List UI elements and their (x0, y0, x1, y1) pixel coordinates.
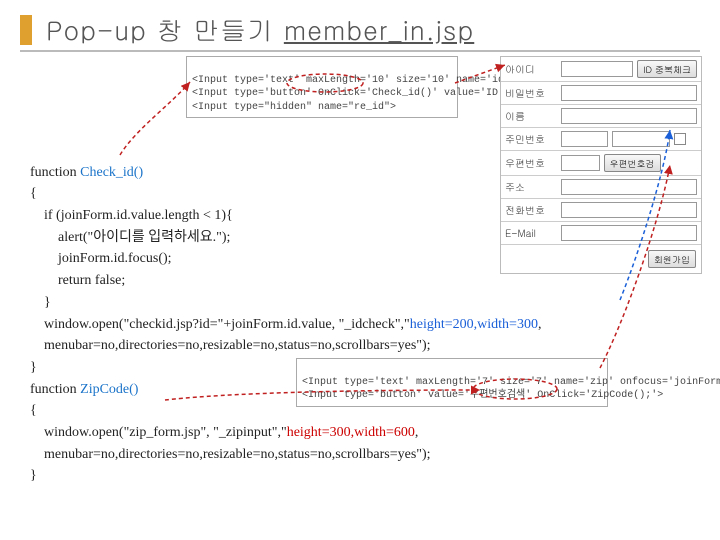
snippet-top-l3: <Input type="hidden" name="re_id"> (192, 102, 396, 113)
code-snippet-top: <Input type='text' maxLength='10' size='… (186, 56, 458, 118)
input-id[interactable] (561, 61, 633, 77)
cl08b: , (538, 317, 542, 332)
cl05: joinForm.id.focus(); (30, 251, 172, 266)
hl-windowopt-1: height=200,width=300 (410, 317, 538, 332)
title-filename: member_in.jsp (284, 12, 474, 48)
slide-title-bar: Pop-up 창 만들기 member_in.jsp (20, 10, 700, 52)
slide-title: Pop-up 창 만들기 member_in.jsp (46, 12, 474, 48)
cl04: alert("아이디를 입력하세요."); (30, 230, 230, 245)
cl07: } (30, 295, 51, 310)
cl13b: , (415, 425, 419, 440)
cl03: if (joinForm.id.value.length < 1){ (30, 208, 233, 223)
snippet-bottom-l1: <Input type='text' maxLength='7' size='7… (302, 377, 720, 388)
cl02: { (30, 186, 37, 201)
cl06: return false; (30, 273, 125, 288)
form-row-id: 아이디 ID 중복체크 (501, 57, 701, 82)
code-block-main: function Check_id() { if (joinForm.id.va… (30, 140, 690, 487)
cl01a: function (30, 165, 80, 180)
cl15: } (30, 468, 37, 483)
label-name: 이름 (505, 109, 557, 123)
fn-checkid: Check_id() (80, 165, 143, 180)
snippet-top-l2: <Input type='button' OnClick='Check_id()… (192, 88, 553, 99)
fn-zipcode: ZipCode() (80, 382, 138, 397)
label-password: 비밀번호 (505, 86, 557, 100)
title-accent (20, 15, 32, 45)
cl11a: function (30, 382, 80, 397)
cl14: menubar=no,directories=no,resizable=no,s… (30, 447, 431, 462)
cl08a: window.open("checkid.jsp?id="+joinForm.i… (30, 317, 410, 332)
snippet-bottom-l2: <Input type='button' value='우편번호검색' OnCl… (302, 390, 663, 401)
form-row-password: 비밀번호 (501, 82, 701, 105)
cl12: { (30, 403, 37, 418)
hl-windowopt-2: height=300,width=600 (287, 425, 415, 440)
title-part1: Pop-up 창 만들기 (46, 12, 284, 48)
input-name[interactable] (561, 108, 697, 124)
snippet-top-l1: <Input type='text' maxLength='10' size='… (192, 75, 516, 86)
input-password[interactable] (561, 85, 697, 101)
form-row-name: 이름 (501, 105, 701, 128)
id-dup-check-button[interactable]: ID 중복체크 (637, 60, 697, 78)
cl13a: window.open("zip_form.jsp", "_zipinput",… (30, 425, 287, 440)
cl10: } (30, 360, 37, 375)
label-id: 아이디 (505, 62, 557, 76)
code-snippet-bottom: <Input type='text' maxLength='7' size='7… (296, 358, 608, 407)
cl09: menubar=no,directories=no,resizable=no,s… (30, 338, 431, 353)
